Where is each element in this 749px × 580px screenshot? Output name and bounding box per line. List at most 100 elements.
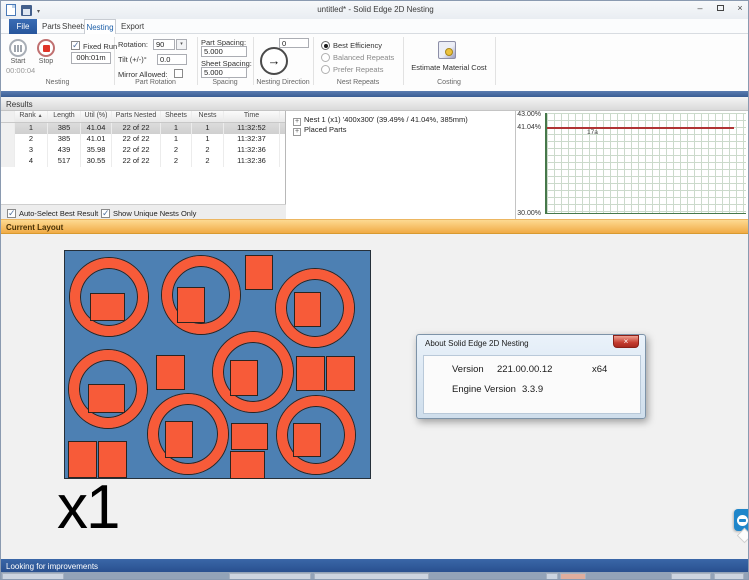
about-dialog-title[interactable]: About Solid Edge 2D Nesting: [425, 339, 529, 348]
rotation-input[interactable]: 90: [153, 39, 175, 50]
group-label-spacing: Spacing: [197, 79, 253, 86]
mirror-allowed-checkbox[interactable]: [174, 69, 183, 78]
results-row[interactable]: 343935.9822 of 222211:32:36: [1, 145, 285, 156]
teamviewer-panel-tab[interactable]: [734, 509, 749, 531]
results-cell: 1: [192, 134, 224, 145]
current-layout-header: Current Layout: [1, 219, 749, 234]
column-header-parts-nested[interactable]: Parts Nested: [112, 111, 161, 122]
row-selector[interactable]: [1, 123, 15, 134]
column-header-util[interactable]: Util (%): [81, 111, 112, 122]
fixed-run-label: Fixed Run: [83, 42, 117, 51]
results-panel-header: Results: [1, 97, 749, 111]
stop-button[interactable]: [37, 39, 55, 57]
platform-value: x64: [592, 364, 607, 375]
row-selector[interactable]: [1, 145, 15, 156]
results-cell: 11:32:52: [224, 123, 280, 134]
results-cell: 22 of 22: [112, 145, 161, 156]
taskbar-item[interactable]: [2, 573, 64, 580]
group-separator: [313, 37, 314, 85]
tab-parts[interactable]: Parts: [42, 22, 61, 31]
version-value: 221.00.00.12: [497, 364, 552, 375]
results-row[interactable]: 451730.5522 of 222211:32:36: [1, 156, 285, 167]
results-cell: 2: [161, 145, 192, 156]
tab-file[interactable]: File: [9, 19, 37, 34]
nested-part-rect: [165, 421, 193, 458]
tilt-input[interactable]: 0.0: [157, 54, 187, 65]
engine-version-value: 3.3.9: [522, 384, 543, 395]
about-dialog-close-button[interactable]: ×: [613, 335, 639, 348]
minimize-button[interactable]: –: [692, 2, 708, 15]
fixed-run-duration-input[interactable]: 00h:01m: [71, 52, 111, 64]
row-selector[interactable]: [1, 134, 15, 145]
prefer-repeats-radio[interactable]: [321, 65, 330, 74]
nested-part-rect: [177, 287, 205, 323]
taskbar-item[interactable]: [314, 573, 429, 580]
column-header-length[interactable]: Length: [48, 111, 81, 122]
results-cell: 30.55: [81, 156, 112, 167]
sheet-spacing-input[interactable]: 5.000: [201, 67, 247, 78]
results-cell: 385: [48, 123, 81, 134]
results-row[interactable]: 238541.0122 of 221111:32:37: [1, 134, 285, 145]
results-cell: 11:32:37: [224, 134, 280, 145]
results-row[interactable]: 138541.0422 of 221111:32:52: [1, 123, 285, 134]
sheet-multiplier-label: x1: [57, 477, 118, 539]
results-options-bar: Auto-Select Best Result Show Unique Nest…: [1, 204, 286, 219]
show-unique-nests-label: Show Unique Nests Only: [113, 209, 196, 218]
chart-y-tick-label: 43.00%: [517, 111, 541, 118]
part-spacing-input[interactable]: 5.000: [201, 46, 247, 57]
elapsed-time: 00:00:04: [6, 66, 35, 75]
nesting-direction-icon[interactable]: →: [260, 47, 288, 75]
expand-icon[interactable]: +: [293, 128, 301, 136]
results-table: Rank ▲ Length Util (%) Parts Nested Shee…: [1, 111, 286, 219]
taskbar-item[interactable]: [560, 573, 586, 580]
nested-part-rect: [88, 384, 125, 413]
taskbar-item[interactable]: [714, 573, 744, 580]
auto-select-best-result-checkbox[interactable]: [7, 209, 16, 218]
title-bar[interactable]: ▾ untitled* - Solid Edge 2D Nesting – ×: [1, 1, 749, 19]
mirror-allowed-label: Mirror Allowed:: [118, 70, 168, 79]
tab-export[interactable]: Export: [121, 22, 144, 31]
column-header-time[interactable]: Time: [224, 111, 280, 122]
maximize-button[interactable]: [712, 2, 728, 15]
estimate-material-cost-button[interactable]: Estimate Material Cost: [403, 63, 495, 72]
nesting-direction-input[interactable]: 0: [279, 38, 309, 48]
group-label-costing: Costing: [403, 79, 495, 86]
fixed-run-checkbox[interactable]: [71, 41, 80, 50]
column-header-nests[interactable]: Nests: [192, 111, 224, 122]
taskbar-item[interactable]: [229, 573, 311, 580]
tab-nesting[interactable]: Nesting: [84, 19, 116, 34]
best-efficiency-radio[interactable]: [321, 41, 330, 50]
stop-button-label: Stop: [34, 58, 58, 65]
estimate-material-cost-icon[interactable]: [438, 41, 456, 59]
show-unique-nests-checkbox[interactable]: [101, 209, 110, 218]
balanced-repeats-radio[interactable]: [321, 53, 330, 62]
nest-sheet: [64, 250, 371, 479]
taskbar-item[interactable]: [671, 573, 711, 580]
results-cell: 22 of 22: [112, 123, 161, 134]
nested-part-rect: [156, 355, 185, 390]
results-table-body: 138541.0422 of 221111:32:52238541.0122 o…: [1, 123, 285, 167]
nested-part-rect: [230, 451, 265, 479]
rotation-dropdown-icon[interactable]: ▾: [176, 39, 187, 50]
nested-part-rect: [294, 292, 321, 327]
about-dialog: About Solid Edge 2D Nesting × Version 22…: [416, 334, 646, 419]
start-button[interactable]: [9, 39, 27, 57]
tree-item-placed-parts[interactable]: +Placed Parts: [293, 125, 347, 136]
column-header-sheets[interactable]: Sheets: [161, 111, 192, 122]
column-header-rank[interactable]: Rank ▲: [15, 111, 48, 122]
auto-select-best-result-label: Auto-Select Best Result: [19, 209, 98, 218]
start-button-label: Start: [5, 58, 31, 65]
row-selector[interactable]: [1, 156, 15, 167]
chart-series-line: [547, 127, 734, 129]
close-button[interactable]: ×: [732, 2, 748, 15]
nested-part-rect: [230, 360, 258, 396]
results-cell: 2: [192, 145, 224, 156]
rotation-label: Rotation:: [118, 40, 148, 49]
group-separator: [495, 37, 496, 85]
group-separator: [197, 37, 198, 85]
results-cell: 1: [161, 134, 192, 145]
app-window: ▾ untitled* - Solid Edge 2D Nesting – × …: [0, 0, 749, 580]
taskbar-item[interactable]: [546, 573, 558, 580]
results-cell: 1: [15, 123, 48, 134]
nested-part-rect: [90, 293, 125, 321]
